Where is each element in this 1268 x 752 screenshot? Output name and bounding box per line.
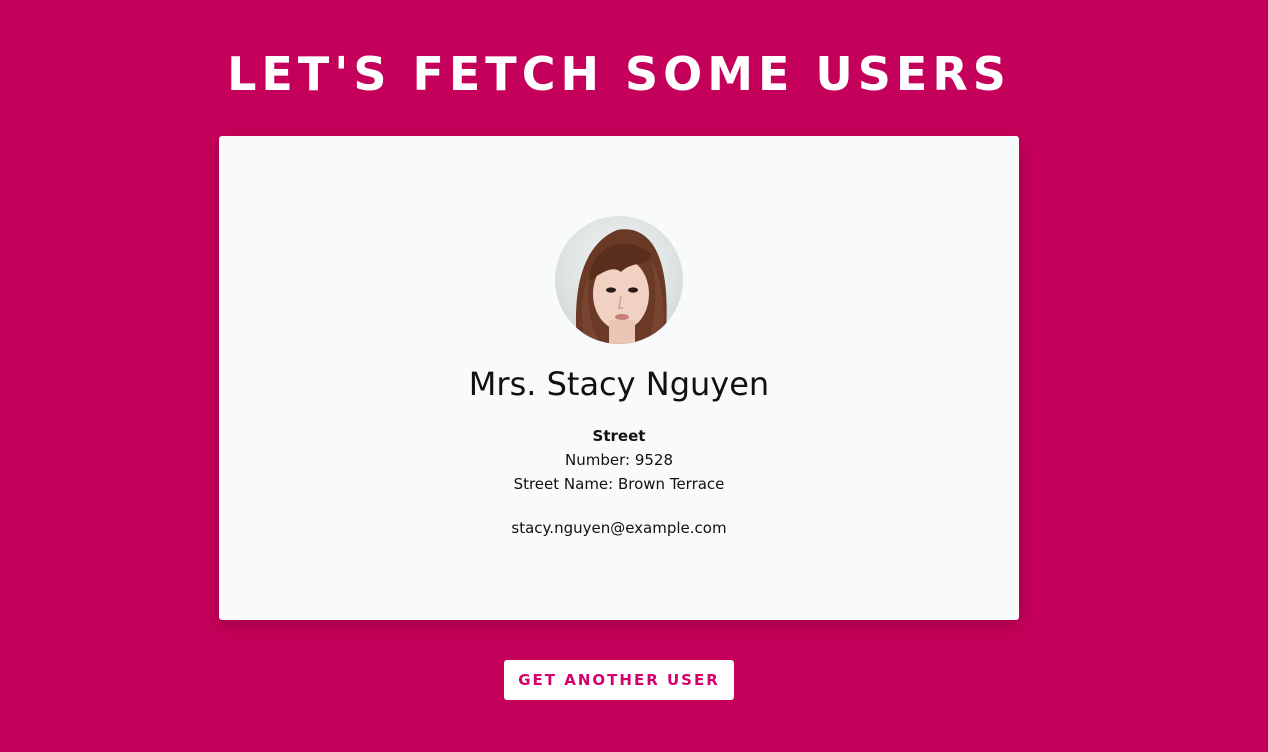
page: LET'S FETCH SOME USERS Mrs. Stacy Nguyen… — [0, 0, 1268, 752]
street-name: Street Name: Brown Terrace — [513, 475, 725, 493]
user-card: Mrs. Stacy Nguyen Street Number: 9528 St… — [219, 136, 1019, 620]
user-name: Mrs. Stacy Nguyen — [468, 365, 770, 403]
address-block: Street Number: 9528 Street Name: Brown T… — [219, 424, 1019, 496]
page-title: LET'S FETCH SOME USERS — [227, 47, 1011, 101]
street-number: Number: 9528 — [565, 451, 673, 469]
user-email: stacy.nguyen@example.com — [511, 519, 727, 537]
street-heading: Street — [592, 427, 646, 445]
user-avatar — [555, 216, 683, 344]
get-another-user-button[interactable]: GET ANOTHER USER — [504, 660, 734, 700]
